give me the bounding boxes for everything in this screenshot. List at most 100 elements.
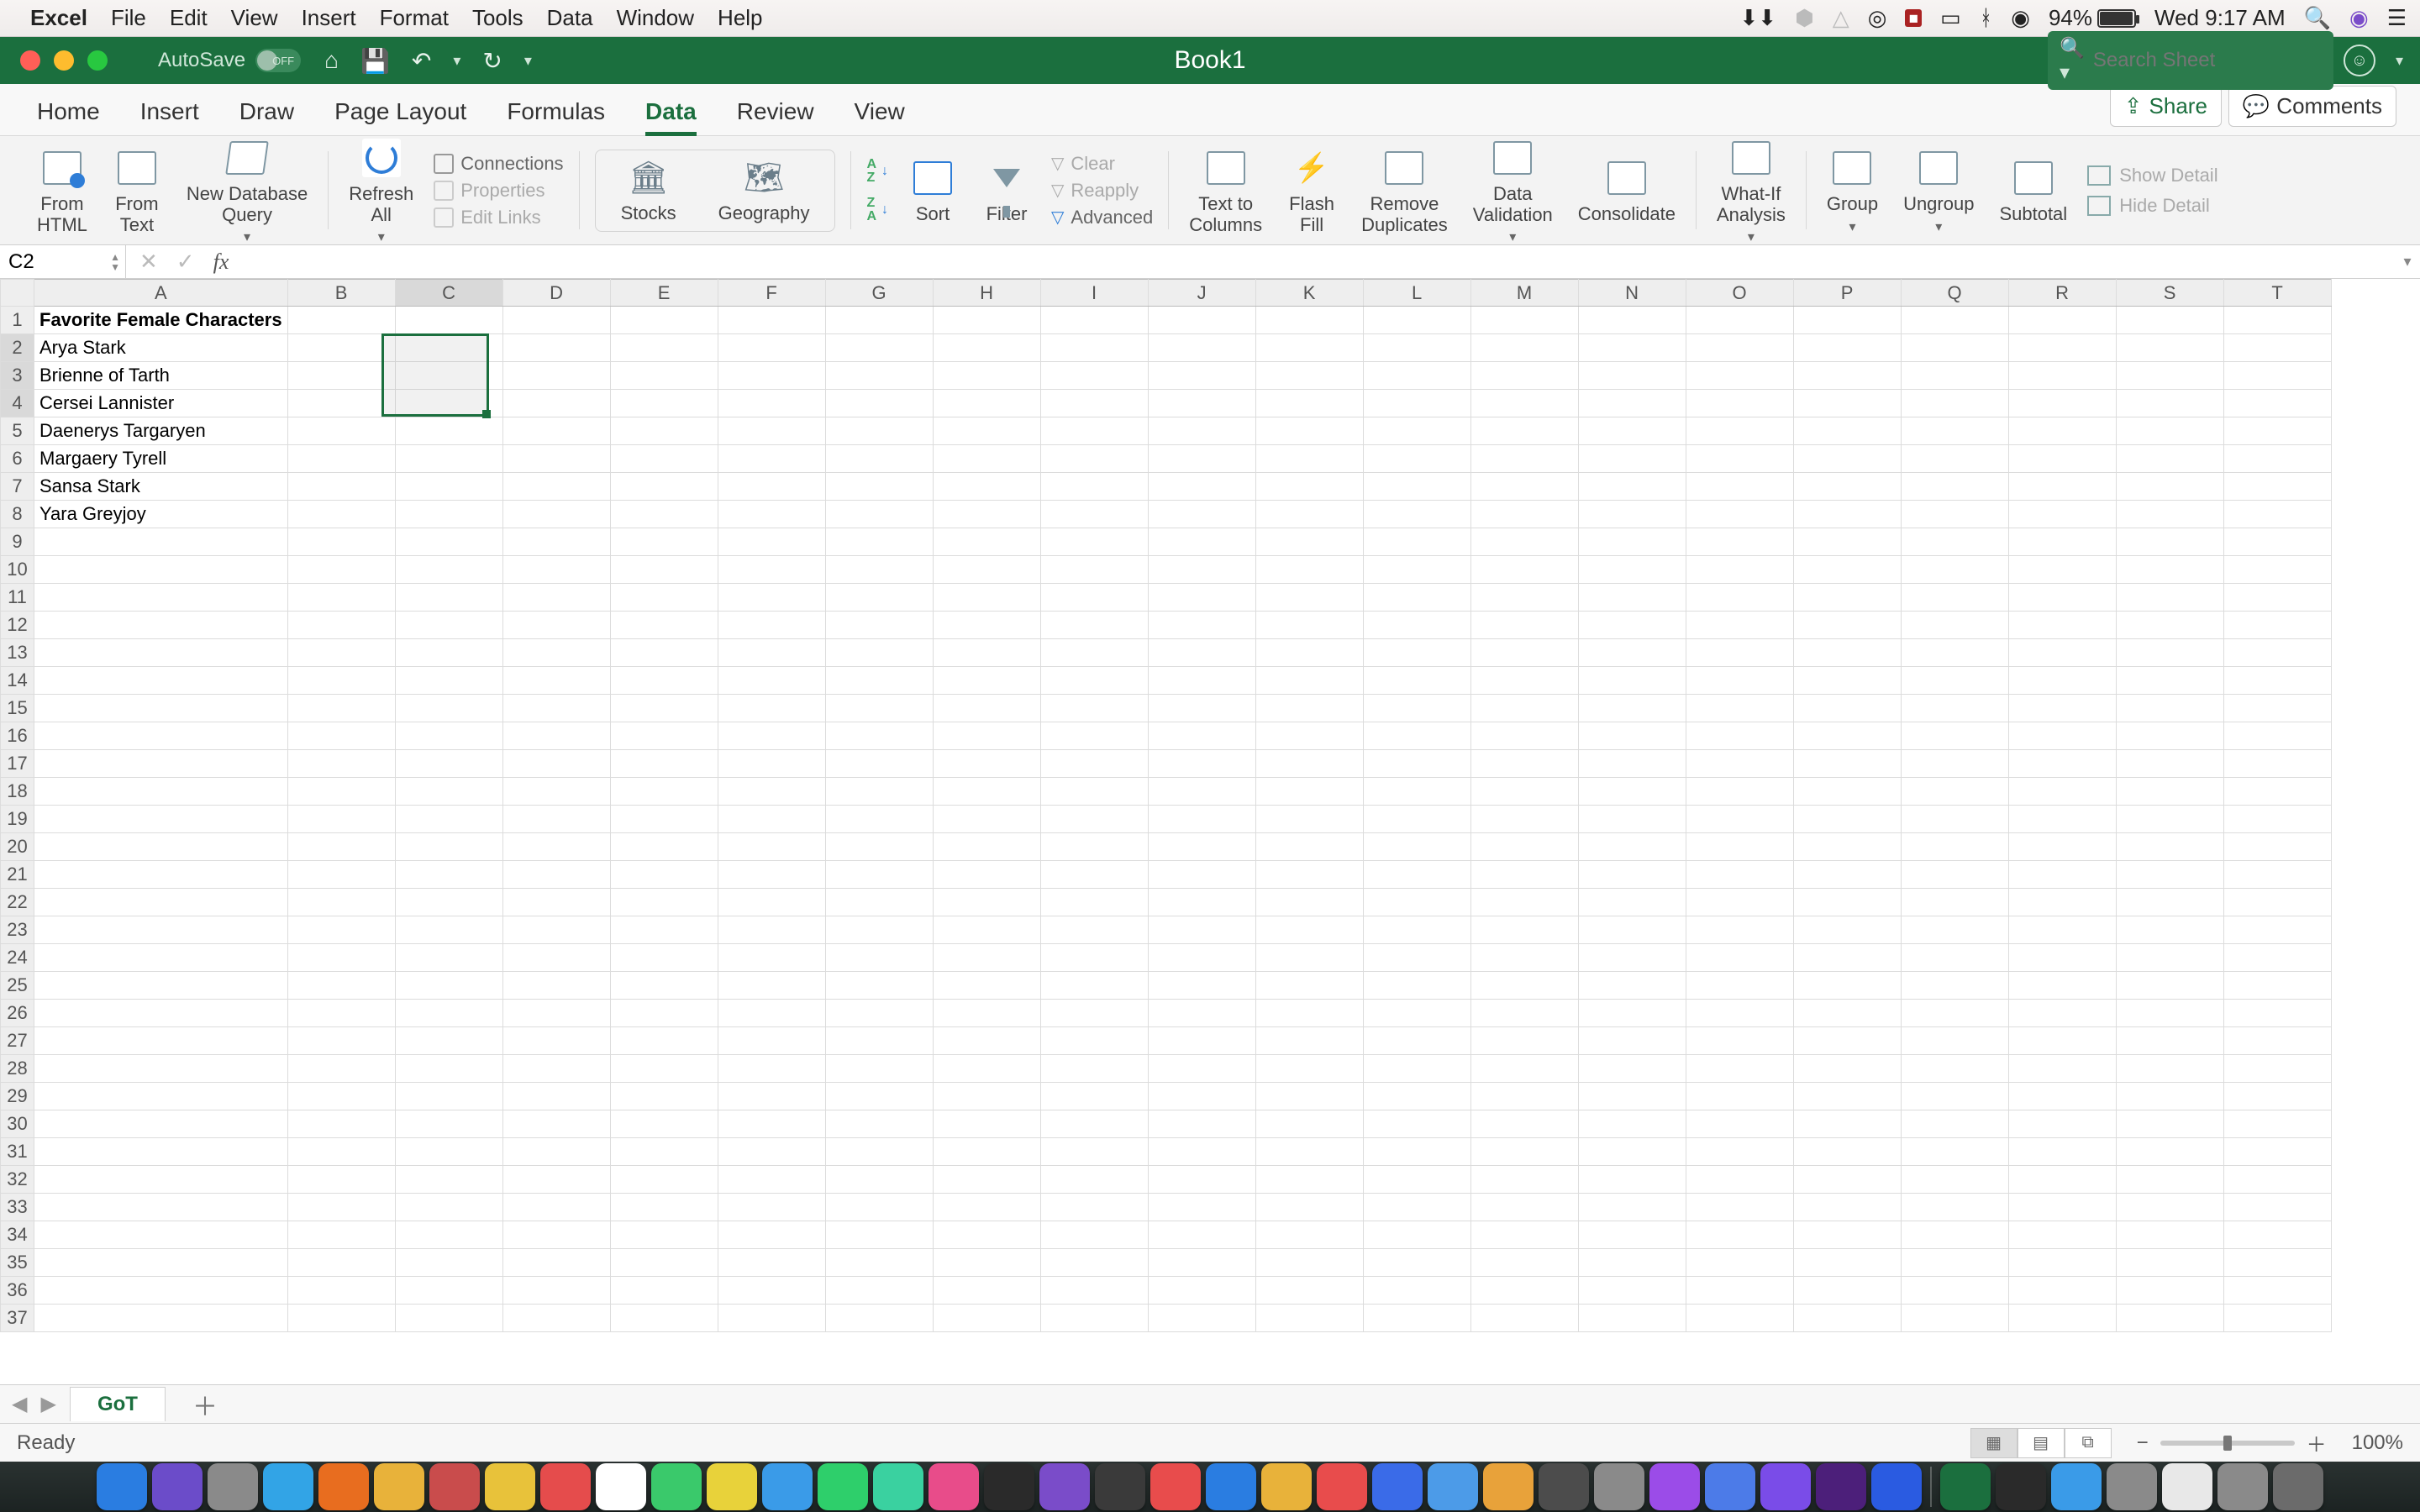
cell-K35[interactable] <box>1255 1249 1363 1277</box>
cell-D1[interactable] <box>502 307 610 334</box>
cell-P2[interactable] <box>1793 334 1901 362</box>
column-header-D[interactable]: D <box>502 280 610 307</box>
update-icon[interactable]: ⬢ <box>1795 5 1814 31</box>
cell-P26[interactable] <box>1793 1000 1901 1027</box>
cell-H31[interactable] <box>933 1138 1040 1166</box>
cell-A31[interactable] <box>34 1138 288 1166</box>
cell-F29[interactable] <box>718 1083 825 1110</box>
cell-H8[interactable] <box>933 501 1040 528</box>
cell-S7[interactable] <box>2116 473 2223 501</box>
cell-E28[interactable] <box>610 1055 718 1083</box>
save-icon[interactable]: 💾 <box>360 47 390 75</box>
cell-J25[interactable] <box>1148 972 1255 1000</box>
row-header-5[interactable]: 5 <box>1 417 34 445</box>
cell-Q15[interactable] <box>1901 695 2008 722</box>
dock-app-launch[interactable] <box>208 1463 258 1510</box>
cell-H27[interactable] <box>933 1027 1040 1055</box>
cell-T2[interactable] <box>2223 334 2331 362</box>
column-header-L[interactable]: L <box>1363 280 1470 307</box>
cell-F7[interactable] <box>718 473 825 501</box>
cell-N3[interactable] <box>1578 362 1686 390</box>
cell-P11[interactable] <box>1793 584 1901 612</box>
cell-C3[interactable] <box>395 362 502 390</box>
row-header-9[interactable]: 9 <box>1 528 34 556</box>
cell-I14[interactable] <box>1040 667 1148 695</box>
cell-C24[interactable] <box>395 944 502 972</box>
cell-O23[interactable] <box>1686 916 1793 944</box>
group-button[interactable]: Group▾ <box>1822 142 1883 238</box>
cell-J31[interactable] <box>1148 1138 1255 1166</box>
column-header-J[interactable]: J <box>1148 280 1255 307</box>
cell-K25[interactable] <box>1255 972 1363 1000</box>
cell-G6[interactable] <box>825 445 933 473</box>
comments-button[interactable]: 💬Comments <box>2228 86 2396 127</box>
tab-data[interactable]: Data <box>625 88 717 135</box>
row-header-10[interactable]: 10 <box>1 556 34 584</box>
cell-T4[interactable] <box>2223 390 2331 417</box>
dock-app-dl[interactable] <box>2107 1463 2157 1510</box>
cell-M14[interactable] <box>1470 667 1578 695</box>
cell-G27[interactable] <box>825 1027 933 1055</box>
cell-L2[interactable] <box>1363 334 1470 362</box>
name-box[interactable]: ▲▼ <box>0 245 126 278</box>
cell-B6[interactable] <box>287 445 395 473</box>
cell-K18[interactable] <box>1255 778 1363 806</box>
cell-T28[interactable] <box>2223 1055 2331 1083</box>
cell-F1[interactable] <box>718 307 825 334</box>
column-header-A[interactable]: A <box>34 280 288 307</box>
cell-I10[interactable] <box>1040 556 1148 584</box>
cell-J26[interactable] <box>1148 1000 1255 1027</box>
cell-P32[interactable] <box>1793 1166 1901 1194</box>
cell-G18[interactable] <box>825 778 933 806</box>
notification-center-icon[interactable]: ☰ <box>2387 5 2407 31</box>
row-header-2[interactable]: 2 <box>1 334 34 362</box>
cell-N35[interactable] <box>1578 1249 1686 1277</box>
cell-N16[interactable] <box>1578 722 1686 750</box>
cell-P16[interactable] <box>1793 722 1901 750</box>
cell-M28[interactable] <box>1470 1055 1578 1083</box>
menu-insert[interactable]: Insert <box>302 5 356 31</box>
cell-I36[interactable] <box>1040 1277 1148 1305</box>
cell-Q36[interactable] <box>1901 1277 2008 1305</box>
cell-C19[interactable] <box>395 806 502 833</box>
row-header-16[interactable]: 16 <box>1 722 34 750</box>
cell-A8[interactable]: Yara Greyjoy <box>34 501 288 528</box>
new-database-query-button[interactable]: New Database Query▾ <box>182 132 313 248</box>
cell-B16[interactable] <box>287 722 395 750</box>
cell-S8[interactable] <box>2116 501 2223 528</box>
cell-B35[interactable] <box>287 1249 395 1277</box>
cell-P18[interactable] <box>1793 778 1901 806</box>
cell-L35[interactable] <box>1363 1249 1470 1277</box>
cell-S24[interactable] <box>2116 944 2223 972</box>
cell-B18[interactable] <box>287 778 395 806</box>
cell-L23[interactable] <box>1363 916 1470 944</box>
cell-C15[interactable] <box>395 695 502 722</box>
cell-I11[interactable] <box>1040 584 1148 612</box>
flash-fill-button[interactable]: ⚡Flash Fill <box>1282 142 1341 238</box>
cell-H20[interactable] <box>933 833 1040 861</box>
cell-J15[interactable] <box>1148 695 1255 722</box>
sheet-nav-prev-icon[interactable]: ◀ <box>12 1392 27 1416</box>
cell-K7[interactable] <box>1255 473 1363 501</box>
cell-O31[interactable] <box>1686 1138 1793 1166</box>
cell-I7[interactable] <box>1040 473 1148 501</box>
cell-P25[interactable] <box>1793 972 1901 1000</box>
cell-Q34[interactable] <box>1901 1221 2008 1249</box>
cell-R20[interactable] <box>2008 833 2116 861</box>
cell-I6[interactable] <box>1040 445 1148 473</box>
cell-J9[interactable] <box>1148 528 1255 556</box>
cell-Q13[interactable] <box>1901 639 2008 667</box>
cell-T35[interactable] <box>2223 1249 2331 1277</box>
cell-P28[interactable] <box>1793 1055 1901 1083</box>
cell-O21[interactable] <box>1686 861 1793 889</box>
cell-R17[interactable] <box>2008 750 2116 778</box>
menu-data[interactable]: Data <box>547 5 593 31</box>
dock-app-msg[interactable] <box>651 1463 702 1510</box>
cell-I35[interactable] <box>1040 1249 1148 1277</box>
minimize-window-button[interactable] <box>54 50 74 71</box>
dock-app-may22[interactable] <box>596 1463 646 1510</box>
cell-M13[interactable] <box>1470 639 1578 667</box>
cell-P3[interactable] <box>1793 362 1901 390</box>
cell-B13[interactable] <box>287 639 395 667</box>
cell-M24[interactable] <box>1470 944 1578 972</box>
